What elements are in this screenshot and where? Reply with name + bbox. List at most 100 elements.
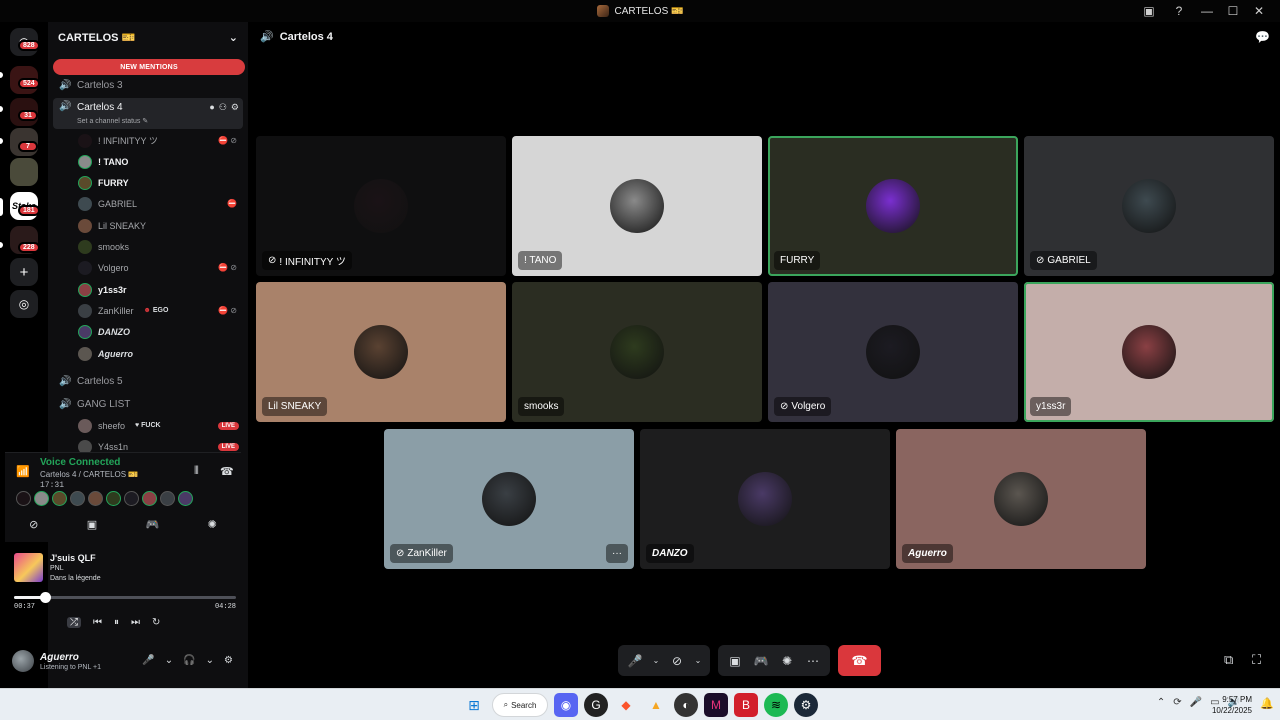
song-title[interactable]: J'suis QLF (50, 553, 96, 563)
app-icon[interactable]: B (734, 693, 758, 717)
participant-name-label: ⊘ ZanKiller (390, 544, 453, 563)
chevron-down-icon[interactable]: ⌄ (692, 656, 704, 665)
gear-icon[interactable]: ⚙ (231, 102, 239, 113)
brave-icon[interactable]: ◆ (614, 693, 638, 717)
voice-member[interactable]: sheefo ♥ FUCK LIVE (78, 415, 243, 436)
more-options-button[interactable]: ··· (606, 544, 628, 563)
previous-icon[interactable]: ⏮ (93, 617, 102, 628)
gear-icon[interactable]: ⚙ (224, 655, 233, 666)
windows-start-icon[interactable]: ⊞ (462, 693, 486, 717)
user-name[interactable]: Aguerro (40, 652, 79, 663)
disconnect-icon[interactable]: ☎ (220, 465, 234, 478)
close-button[interactable]: ✕ (1246, 0, 1272, 22)
channel-cartelos-4[interactable]: 🔊 Cartelos 4 Set a channel status ✎ ● ⚇ … (53, 98, 243, 129)
chevron-down-icon[interactable]: ⌄ (206, 655, 214, 666)
activity-icon[interactable]: 🎮 (146, 518, 160, 531)
voice-member[interactable]: Volgero ⛔⊘ (78, 257, 243, 278)
screen-share-icon[interactable]: ▣ (724, 649, 746, 673)
activity-icon[interactable]: 🎮 (750, 649, 772, 673)
more-icon[interactable]: ⋯ (802, 649, 824, 673)
help-icon[interactable]: ? (1164, 0, 1194, 22)
app-icon[interactable]: ▲ (644, 693, 668, 717)
participant-tile[interactable]: smooks (512, 282, 762, 422)
chat-icon[interactable]: 💬 (1255, 30, 1270, 44)
soundboard-icon[interactable]: ✺ (208, 518, 217, 531)
voice-member[interactable]: FURRY (78, 172, 243, 193)
voice-member[interactable]: smooks (78, 236, 243, 257)
participant-tile[interactable]: y1ss3r (1024, 282, 1274, 422)
chat-icon[interactable]: ● (209, 102, 214, 113)
avatar (866, 179, 920, 233)
disconnect-button[interactable]: ☎ (838, 645, 881, 676)
participant-tile[interactable]: ! TANO (512, 136, 762, 276)
microphone-icon[interactable]: 🎤 (142, 655, 154, 666)
discord-icon[interactable]: ◉ (554, 693, 578, 717)
participant-tile[interactable]: Lil SNEAKY (256, 282, 506, 422)
noise-suppression-icon[interactable]: ⦀ (194, 465, 199, 478)
chevron-up-icon[interactable]: ⌃ (1157, 697, 1165, 708)
steam-icon[interactable]: ⚙ (794, 693, 818, 717)
fullscreen-icon[interactable]: ⛶ (1252, 652, 1261, 668)
server-badge: 228 (18, 242, 40, 253)
channel-status[interactable]: Set a channel status ✎ (77, 117, 148, 125)
minimize-button[interactable]: — (1194, 0, 1220, 22)
spotify-icon[interactable]: ≋ (764, 693, 788, 717)
sync-icon[interactable]: ⟳ (1173, 697, 1181, 708)
chevron-down-icon[interactable]: ⌄ (650, 656, 662, 665)
popout-icon[interactable]: ⧉ (1224, 652, 1233, 668)
server-icon[interactable] (10, 158, 38, 186)
add-server-icon[interactable]: + (10, 258, 38, 286)
microphone-icon[interactable]: 🎤 (1190, 697, 1202, 708)
participant-tile[interactable]: ⊘ ZanKiller ··· (384, 429, 634, 569)
notification-icon[interactable]: 🔔 (1260, 697, 1274, 710)
camera-off-icon[interactable]: ⊘ (29, 518, 38, 531)
avatar (354, 179, 408, 233)
taskbar-clock[interactable]: 9:57 PM 10/22/2025 (1212, 694, 1252, 716)
voice-status[interactable]: Voice Connected (40, 457, 120, 468)
inbox-icon[interactable]: ▣ (1134, 0, 1164, 22)
camera-off-icon[interactable]: ⊘ (666, 649, 688, 673)
participant-tile[interactable]: ⊘! INFINITYY ツ (256, 136, 506, 276)
voice-channel-path[interactable]: Cartelos 4 / CARTELOS 🎫 (40, 470, 138, 479)
participant-tile[interactable]: DANZO (640, 429, 890, 569)
participant-tile[interactable]: ⊘ GABRIEL (1024, 136, 1274, 276)
participant-tile[interactable]: FURRY (768, 136, 1018, 276)
chevron-down-icon[interactable]: ⌄ (165, 655, 173, 666)
screen-share-icon[interactable]: ▣ (87, 518, 97, 531)
channel-cartelos-5[interactable]: 🔊 Cartelos 5 (53, 371, 243, 391)
shuffle-icon[interactable]: ⤮ (67, 617, 81, 628)
headphones-icon[interactable]: 🎧 (183, 655, 195, 666)
voice-member[interactable]: ! TANO (78, 151, 243, 172)
repeat-icon[interactable]: ↻ (152, 617, 160, 628)
channel-gang-list[interactable]: 🔊 GANG LIST (53, 394, 243, 414)
voice-member[interactable]: GABRIEL ⛔ (78, 193, 243, 214)
progress-knob[interactable] (39, 592, 51, 603)
invite-icon[interactable]: ⚇ (219, 102, 227, 113)
voice-member[interactable]: DANZO (78, 321, 243, 342)
pause-icon[interactable]: ⏸ (114, 617, 119, 628)
next-icon[interactable]: ⏭ (131, 617, 140, 628)
guild-header[interactable]: CARTELOS 🎫 ⌄ (48, 22, 248, 52)
voice-member[interactable]: Aguerro (78, 343, 243, 364)
maximize-button[interactable]: ☐ (1220, 0, 1246, 22)
album-art[interactable] (14, 553, 43, 582)
signal-icon[interactable]: 📶 (16, 465, 30, 478)
voice-member[interactable]: Lil SNEAKY (78, 215, 243, 236)
new-mentions-banner[interactable]: NEW MENTIONS (53, 59, 245, 75)
voice-member[interactable]: ! INFINITYY ツ ⛔⊘ (78, 130, 243, 151)
song-artist[interactable]: PNL (50, 565, 64, 572)
taskbar-search[interactable]: ⌕ Search (492, 693, 548, 717)
voice-member[interactable]: y1ss3r (78, 279, 243, 300)
participant-tile[interactable]: Aguerro (896, 429, 1146, 569)
microphone-icon[interactable]: 🎤 (624, 649, 646, 673)
soundboard-icon[interactable]: ✺ (776, 649, 798, 673)
discover-icon[interactable]: ◎ (10, 290, 38, 318)
channel-cartelos-3[interactable]: 🔊 Cartelos 3 (53, 75, 243, 95)
app-icon[interactable]: G (584, 693, 608, 717)
app-icon[interactable]: ◐ (674, 693, 698, 717)
app-icon[interactable]: M (704, 693, 728, 717)
voice-member[interactable]: ZanKiller ☻ EGO ⛔⊘ (78, 300, 243, 321)
participant-tile[interactable]: ⊘ Volgero (768, 282, 1018, 422)
avatar[interactable] (12, 650, 34, 672)
participant-name: Aguerro (908, 548, 947, 559)
